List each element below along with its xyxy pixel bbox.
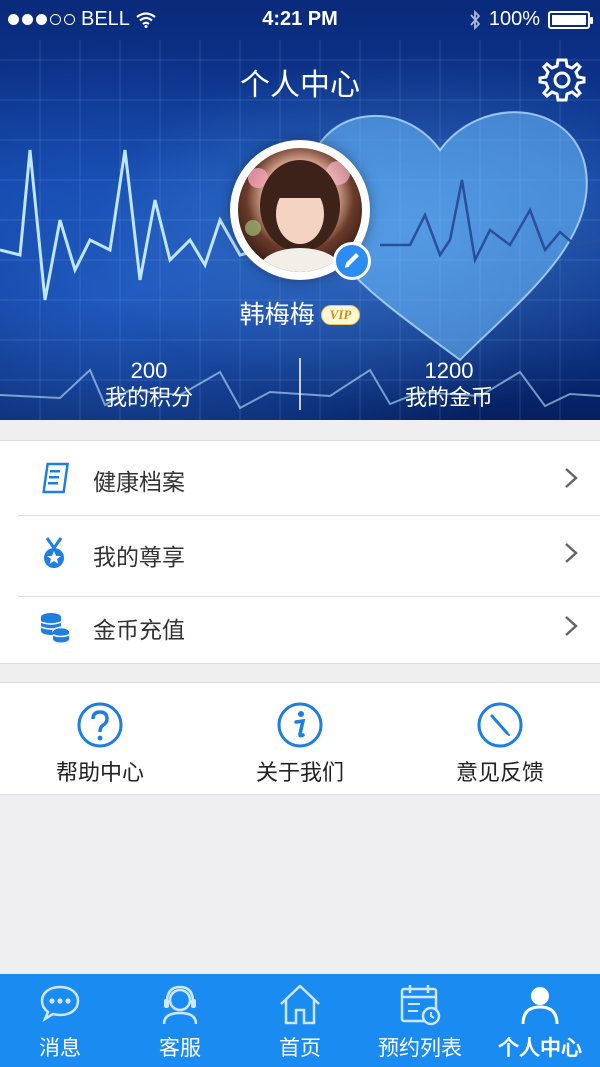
menu-item-label: 我的尊享 <box>93 545 185 571</box>
shortcut-label: 关于我们 <box>255 761 344 786</box>
menu-item-label: 金币充值 <box>93 618 185 644</box>
battery-percent: 100% <box>488 8 540 30</box>
menu-item-health-records[interactable]: 健康档案 <box>0 441 600 515</box>
tab-customer-service[interactable]: 客服 <box>120 974 240 1067</box>
vip-badge: VIP <box>320 305 361 325</box>
page-title: 个人中心 <box>240 68 360 103</box>
tab-label: 客服 <box>159 1036 201 1060</box>
shortcut-about-us[interactable]: 关于我们 <box>200 683 400 794</box>
coins-value: 1200 <box>424 358 474 383</box>
chevron-right-icon <box>565 543 578 563</box>
chevron-right-icon <box>565 616 578 636</box>
medal-icon <box>44 537 64 568</box>
battery-icon <box>548 10 593 29</box>
calendar-icon <box>400 985 441 1026</box>
edit-avatar-button[interactable] <box>333 242 371 280</box>
profile-menu: 健康档案 我的尊享 金币充值 <box>0 440 600 664</box>
feedback-icon <box>477 702 523 748</box>
status-right: 100% <box>469 8 593 31</box>
shortcut-label: 意见反馈 <box>455 761 544 786</box>
chevron-right-icon <box>565 468 578 488</box>
shortcut-label: 帮助中心 <box>55 761 144 786</box>
home-icon <box>280 984 320 1025</box>
stat-divider <box>299 358 301 410</box>
document-icon <box>42 462 70 494</box>
menu-item-my-privileges[interactable]: 我的尊享 <box>0 516 600 590</box>
tab-label: 预约列表 <box>378 1036 462 1060</box>
pencil-icon <box>344 253 359 268</box>
shortcut-grid: 帮助中心 关于我们 意见反馈 <box>0 682 600 795</box>
tab-label: 首页 <box>279 1036 321 1060</box>
menu-item-label: 健康档案 <box>93 470 185 496</box>
coins-stat[interactable]: 1200 我的金币 <box>349 358 549 414</box>
tab-label: 个人中心 <box>498 1036 582 1060</box>
tab-profile[interactable]: 个人中心 <box>480 974 600 1067</box>
profile-header: BELL 4:21 PM 100% 个人中心 韩梅梅 VIP 200 我的积分 … <box>0 0 600 420</box>
question-icon <box>77 702 123 748</box>
info-icon <box>277 702 323 748</box>
coins-label: 我的金币 <box>404 386 493 411</box>
chat-bubble-icon <box>40 985 80 1023</box>
tab-appointments[interactable]: 预约列表 <box>360 974 480 1067</box>
points-value: 200 <box>130 358 168 383</box>
user-name-row: 韩梅梅 VIP <box>0 295 600 331</box>
headset-icon <box>162 985 198 1025</box>
status-bar: BELL 4:21 PM 100% <box>0 0 600 40</box>
gear-icon[interactable] <box>538 56 586 104</box>
points-stat[interactable]: 200 我的积分 <box>49 358 249 414</box>
person-icon <box>521 987 559 1025</box>
bluetooth-icon <box>470 9 481 30</box>
shortcut-help-center[interactable]: 帮助中心 <box>0 683 200 794</box>
tab-label: 消息 <box>39 1036 81 1060</box>
tab-home[interactable]: 首页 <box>240 974 360 1067</box>
shortcut-feedback[interactable]: 意见反馈 <box>400 683 600 794</box>
coins-icon <box>40 613 70 643</box>
bottom-tab-bar: 消息 客服 首页 预约列表 个人中心 <box>0 974 600 1067</box>
tab-messages[interactable]: 消息 <box>0 974 120 1067</box>
menu-item-coin-recharge[interactable]: 金币充值 <box>0 589 600 663</box>
user-name: 韩梅梅 <box>239 300 315 329</box>
points-label: 我的积分 <box>104 386 193 411</box>
